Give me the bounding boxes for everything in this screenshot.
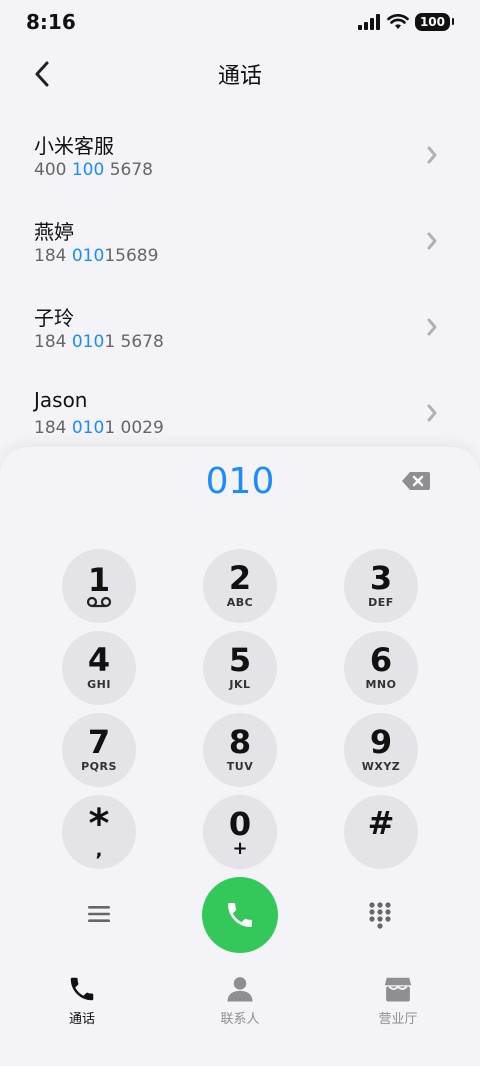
contact-name: 燕婷 xyxy=(34,220,74,244)
key-letters: WXYZ xyxy=(361,760,401,773)
call-button[interactable] xyxy=(202,877,278,953)
chevron-right-icon xyxy=(427,318,437,336)
phone-icon xyxy=(228,903,252,927)
key-digit: 2 xyxy=(228,559,252,597)
voicemail-icon xyxy=(86,596,112,608)
key-digit: 0 xyxy=(228,805,252,843)
contact-list: 小米客服 400 100 5678 燕婷 184 01015689 子玲 184… xyxy=(0,112,480,456)
contact-number: 184 0101 0029 xyxy=(34,418,164,438)
contact-number: 184 01015689 xyxy=(34,246,159,266)
store-icon xyxy=(384,977,412,1002)
contact-name: 小米客服 xyxy=(34,134,114,158)
status-bar: 8:16 100 xyxy=(0,0,480,48)
key-digit: 5 xyxy=(228,641,252,679)
key-star[interactable]: * , xyxy=(62,795,136,869)
key-0[interactable]: 0 + xyxy=(203,795,277,869)
key-hash[interactable]: # xyxy=(344,795,418,869)
contact-item[interactable]: 子玲 184 0101 5678 xyxy=(0,284,480,370)
key-letters: PQRS xyxy=(81,760,117,773)
key-letters: + xyxy=(232,838,248,859)
match-highlight: 010 xyxy=(71,418,105,438)
key-4[interactable]: 4 GHI xyxy=(62,631,136,705)
chevron-right-icon xyxy=(427,146,437,164)
match-highlight: 010 xyxy=(71,332,105,352)
key-digit: # xyxy=(367,804,395,842)
key-digit: * xyxy=(88,801,110,847)
key-8[interactable]: 8 TUV xyxy=(203,713,277,787)
wifi-icon xyxy=(387,14,409,29)
key-letters: MNO xyxy=(365,678,397,691)
key-6[interactable]: 6 MNO xyxy=(344,631,418,705)
key-digit: 8 xyxy=(228,723,252,761)
nav-label: 通话 xyxy=(68,1012,95,1027)
chevron-right-icon xyxy=(427,404,437,422)
key-3[interactable]: 3 DEF xyxy=(344,549,418,623)
key-digit: 9 xyxy=(369,723,393,761)
contact-number: 400 100 5678 xyxy=(34,160,153,180)
status-time: 8:16 xyxy=(26,10,76,34)
key-digit: 3 xyxy=(369,559,393,597)
key-letters: GHI xyxy=(87,678,111,691)
page-title: 通话 xyxy=(217,64,262,89)
action-row xyxy=(0,875,480,955)
match-highlight: 010 xyxy=(71,246,105,266)
key-digit: 7 xyxy=(87,723,111,761)
signal-icon xyxy=(357,14,380,30)
bottom-nav: 通话 联系人 营业厅 xyxy=(0,974,480,1044)
key-letters: ABC xyxy=(226,596,254,609)
key-7[interactable]: 7 PQRS xyxy=(62,713,136,787)
key-letters: , xyxy=(95,840,103,861)
key-digit: 4 xyxy=(87,641,111,679)
key-letters: JKL xyxy=(229,678,251,691)
nav-label: 联系人 xyxy=(220,1012,260,1027)
nav-label: 营业厅 xyxy=(378,1012,418,1027)
key-1[interactable]: 1 xyxy=(62,549,136,623)
contact-number: 184 0101 5678 xyxy=(34,332,164,352)
nav-calls[interactable]: 通话 xyxy=(32,974,132,1027)
backspace-icon[interactable] xyxy=(400,469,432,493)
key-digit: 6 xyxy=(369,641,393,679)
phone-icon xyxy=(70,977,94,1001)
keypad-grid-icon[interactable] xyxy=(368,901,392,929)
contact-name: Jason xyxy=(34,388,88,412)
key-digit: 1 xyxy=(87,561,111,599)
contact-item[interactable]: 燕婷 184 01015689 xyxy=(0,198,480,284)
key-letters: DEF xyxy=(368,596,394,609)
key-letters: TUV xyxy=(226,760,254,773)
key-9[interactable]: 9 WXYZ xyxy=(344,713,418,787)
chevron-right-icon xyxy=(427,232,437,250)
header: 通话 xyxy=(0,48,480,100)
match-highlight: 100 xyxy=(71,160,105,180)
battery-icon: 100 xyxy=(414,13,455,31)
nav-store[interactable]: 营业厅 xyxy=(348,974,448,1027)
nav-contacts[interactable]: 联系人 xyxy=(190,974,290,1027)
key-5[interactable]: 5 JKL xyxy=(203,631,277,705)
menu-icon[interactable] xyxy=(86,903,112,925)
contact-item[interactable]: Jason 184 0101 0029 xyxy=(0,370,480,456)
contact-name: 子玲 xyxy=(34,306,74,330)
key-2[interactable]: 2 ABC xyxy=(203,549,277,623)
contact-item[interactable]: 小米客服 400 100 5678 xyxy=(0,112,480,198)
person-icon xyxy=(227,977,253,1002)
status-icons: 100 xyxy=(357,13,455,31)
